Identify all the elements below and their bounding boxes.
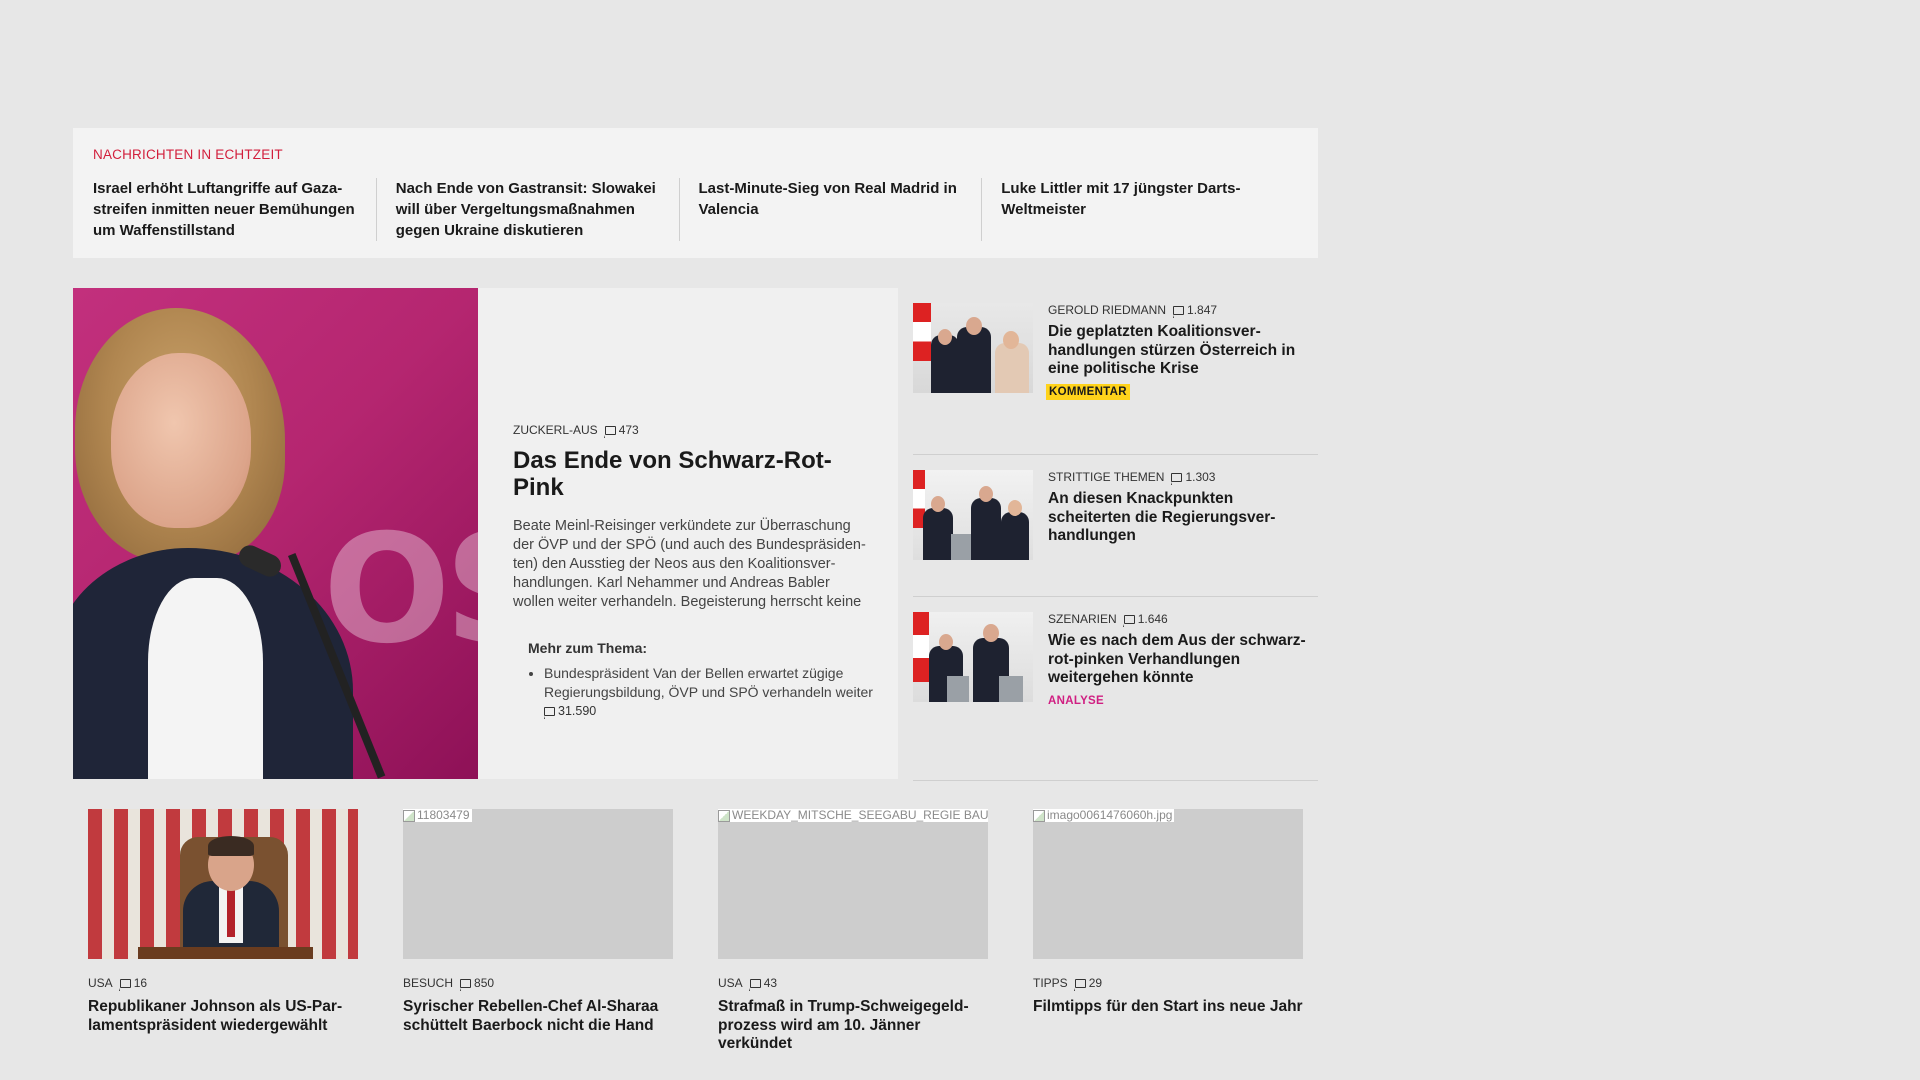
teaser-meta: USA 43 (718, 976, 988, 991)
teaser-image-placeholder[interactable]: 11803479 (403, 809, 673, 959)
side-article-meta: SZENARIEN 1.646 (1048, 612, 1318, 627)
hero-image[interactable]: OS (73, 288, 478, 779)
teaser-comment-count[interactable]: 29 (1074, 976, 1102, 991)
comment-icon (1074, 978, 1086, 991)
teaser-title[interactable]: Republikaner Johnson als US-Par­lamentsp… (88, 998, 358, 1035)
teaser-kicker: BESUCH (403, 976, 454, 990)
related-list: Bundespräsident Van der Bellen erwartet … (528, 664, 873, 721)
teaser-kicker: USA (88, 976, 113, 990)
teaser-kicker: USA (718, 976, 743, 990)
side-article[interactable]: GEROLD RIEDMANN 1.847 Die geplatzten Koa… (913, 288, 1318, 455)
kommentar-badge: KOMMENTAR (1046, 383, 1130, 400)
live-news-ticker: NACHRICHTEN IN ECHTZEIT Israel erhöht Lu… (73, 128, 1318, 258)
broken-image-icon (718, 809, 730, 822)
hero-title[interactable]: Das Ende von Schwarz-Rot-Pink (513, 447, 873, 501)
teaser-meta: TIPPS 29 (1033, 976, 1303, 991)
comment-icon (1171, 472, 1183, 485)
hero-kicker: ZUCKERL-AUS (513, 423, 598, 437)
ticker-item[interactable]: Israel erhöht Luftangriffe auf Gaza­stre… (93, 178, 377, 241)
hero-text: ZUCKERL-AUS 473 Das Ende von Schwarz-Rot… (513, 423, 873, 721)
related-articles: Mehr zum Thema: Bundespräsident Van der … (528, 640, 873, 721)
side-article-thumbnail[interactable] (913, 470, 1033, 560)
teaser-meta: USA 16 (88, 976, 358, 991)
comment-icon (1172, 305, 1185, 318)
side-article-title[interactable]: Wie es nach dem Aus der schwarz-rot-pink… (1048, 632, 1318, 688)
related-item[interactable]: Bundespräsident Van der Bellen erwartet … (543, 664, 873, 721)
comment-icon (119, 978, 131, 991)
related-comment-count[interactable]: 31.590 (543, 702, 596, 721)
related-heading: Mehr zum Thema: (528, 640, 648, 657)
side-article-list: GEROLD RIEDMANN 1.847 Die geplatzten Koa… (913, 288, 1318, 781)
side-article[interactable]: SZENARIEN 1.646 Wie es nach dem Aus der … (913, 597, 1318, 781)
comment-icon (1123, 614, 1135, 627)
ticker-item[interactable]: Nach Ende von Gastransit: Slowakei will … (396, 178, 680, 241)
hero-comment-count[interactable]: 473 (604, 423, 639, 438)
teaser-title[interactable]: Strafmaß in Trump-Schweigegeld­prozess w… (718, 998, 988, 1054)
broken-image-alt: imago0061476060h.jpg (1033, 809, 1175, 822)
teaser-row: USA 16 Republikaner Johnson als US-Par­l… (88, 809, 1303, 1054)
ticker-label: NACHRICHTEN IN ECHTZEIT (93, 147, 283, 162)
side-article[interactable]: STRITTIGE THEMEN 1.303 An diesen Knackpu… (913, 455, 1318, 597)
side-article-thumbnail[interactable] (913, 612, 1033, 702)
teaser-comment-count[interactable]: 16 (119, 976, 147, 991)
side-article-thumbnail[interactable] (913, 303, 1033, 393)
teaser-title[interactable]: Filmtipps für den Start ins neue Jahr (1033, 998, 1303, 1017)
ticker-item[interactable]: Luke Littler mit 17 jüngster Darts-Weltm… (1001, 178, 1284, 241)
comment-icon (543, 707, 555, 720)
teaser-title[interactable]: Syrischer Rebellen-Chef Al-Sharaa schütt… (403, 998, 673, 1035)
hero-teaser: Beate Meinl-Reisinger verkündete zur Übe… (513, 518, 866, 611)
broken-image-alt: WEEKDAY_MITSCHE_SEEGABU_REGIE BAU (718, 809, 988, 822)
side-article-comment-count[interactable]: 1.303 (1171, 470, 1215, 485)
teaser-card[interactable]: 11803479 BESUCH 850 Syrischer Rebellen-C… (403, 809, 673, 1054)
teaser-card[interactable]: imago0061476060h.jpg TIPPS 29 Filmtipps … (1033, 809, 1303, 1054)
teaser-meta: BESUCH 850 (403, 976, 673, 991)
side-article-title[interactable]: An diesen Knackpunkten scheiterten die R… (1048, 490, 1318, 546)
side-article-comment-count[interactable]: 1.847 (1172, 303, 1217, 318)
teaser-comment-count[interactable]: 43 (749, 976, 777, 991)
teaser-comment-count[interactable]: 850 (459, 976, 494, 991)
side-article-kicker: SZENARIEN (1048, 612, 1117, 626)
broken-image-icon (403, 809, 415, 822)
side-article-kicker: GEROLD RIEDMANN (1048, 303, 1167, 317)
teaser-card[interactable]: WEEKDAY_MITSCHE_SEEGABU_REGIE BAU USA 43… (718, 809, 988, 1054)
broken-image-icon (1033, 809, 1045, 822)
comment-icon (604, 425, 616, 438)
comment-icon (749, 978, 761, 991)
analyse-badge: ANALYSE (1048, 694, 1104, 707)
teaser-image-placeholder[interactable]: imago0061476060h.jpg (1033, 809, 1303, 959)
side-article-kicker: STRITTIGE THEMEN (1048, 470, 1165, 484)
comment-icon (459, 978, 472, 991)
teaser-image-placeholder[interactable]: WEEKDAY_MITSCHE_SEEGABU_REGIE BAU (718, 809, 988, 959)
side-article-comment-count[interactable]: 1.646 (1123, 612, 1168, 627)
hero-article: OS ZUCKERL-AUS 473 Das Ende von Schwarz-… (73, 288, 898, 779)
hero-meta: ZUCKERL-AUS 473 (513, 423, 873, 438)
side-article-meta: GEROLD RIEDMANN 1.847 (1048, 303, 1318, 318)
teaser-kicker: TIPPS (1033, 976, 1068, 990)
ticker-item[interactable]: Last-Minute-Sieg von Real Madrid in Vale… (699, 178, 983, 241)
teaser-image[interactable] (88, 809, 358, 959)
ticker-items: Israel erhöht Luftangriffe auf Gaza­stre… (93, 178, 1303, 241)
side-article-title[interactable]: Die geplatzten Koalitionsver­handlungen … (1048, 323, 1318, 379)
teaser-card[interactable]: USA 16 Republikaner Johnson als US-Par­l… (88, 809, 358, 1054)
broken-image-alt: 11803479 (403, 809, 472, 822)
side-article-meta: STRITTIGE THEMEN 1.303 (1048, 470, 1318, 485)
